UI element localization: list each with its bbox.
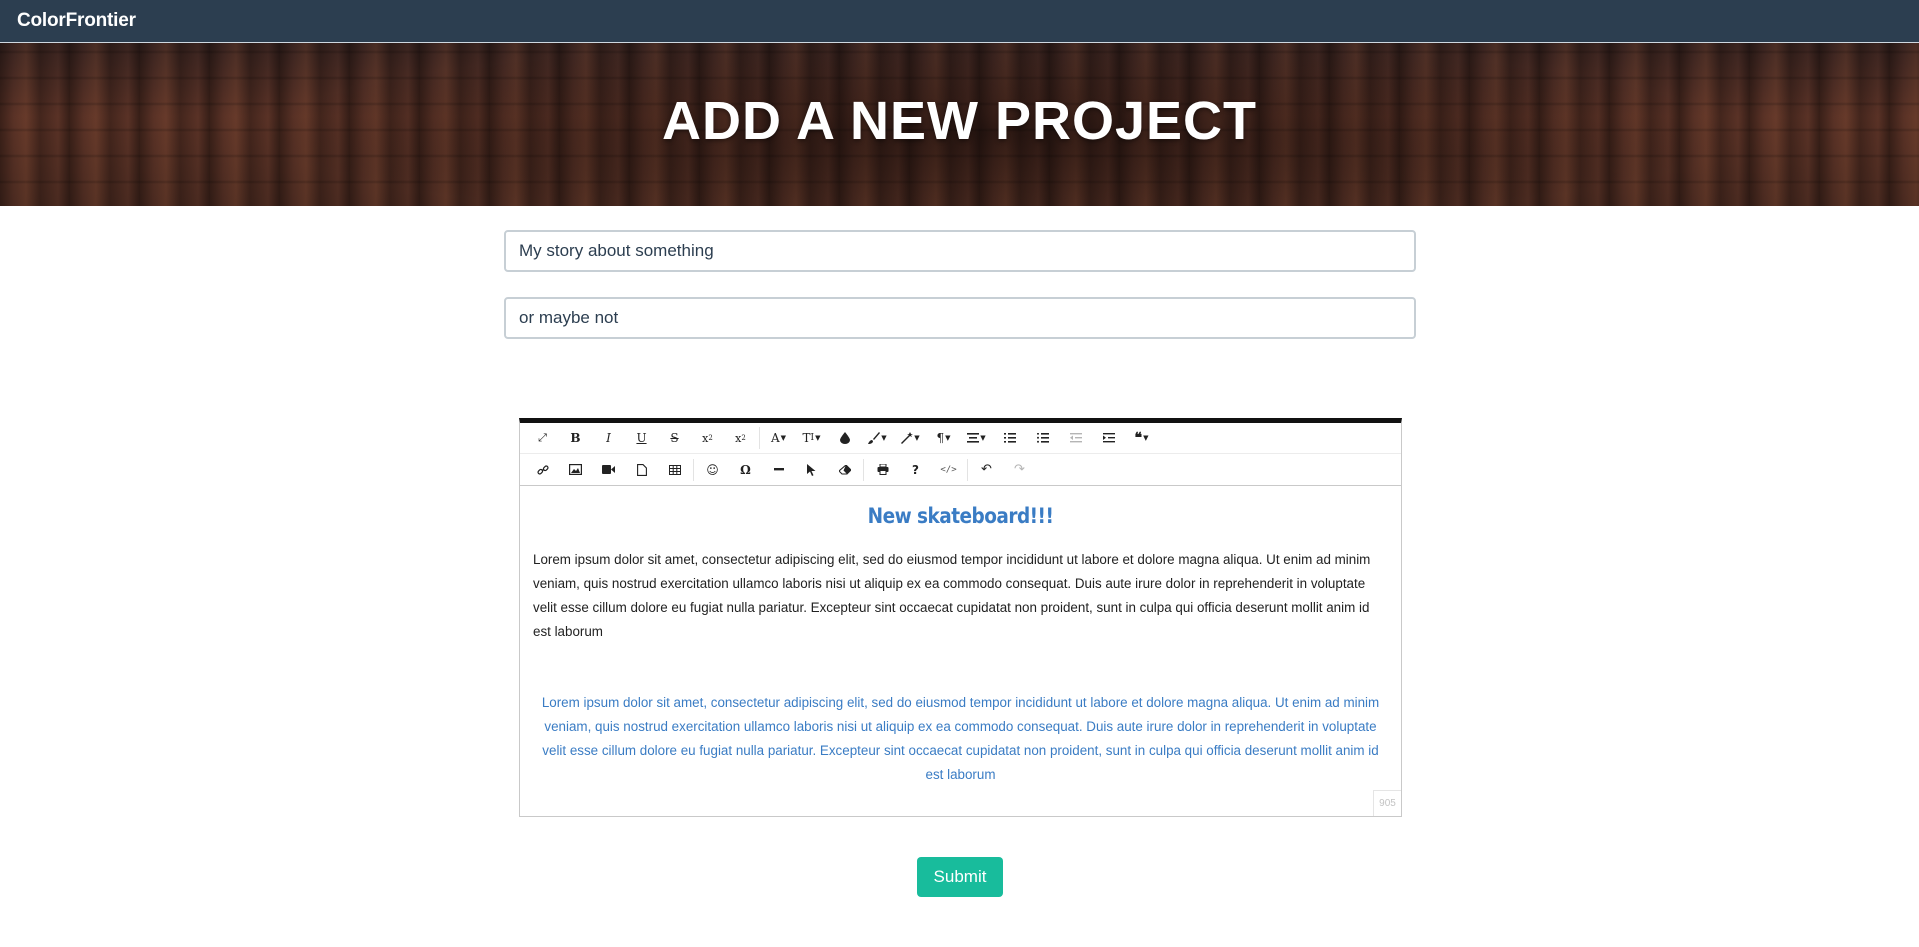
quote-icon[interactable]: ❝ ▼ <box>1125 425 1158 451</box>
toolbar-divider <box>759 427 760 449</box>
unordered-list-icon[interactable] <box>1026 425 1059 451</box>
emoji-icon[interactable]: ☺ <box>696 457 729 483</box>
editor-toolbar-row-2: ☺ Ω ? </> ↶ ↷ <box>520 454 1401 486</box>
link-icon[interactable] <box>526 457 559 483</box>
toolbar-divider <box>863 458 864 481</box>
character-counter: 905 <box>1373 790 1401 816</box>
editor-content[interactable]: New skateboard!!! Lorem ipsum dolor sit … <box>520 486 1401 816</box>
magic-icon[interactable]: ▼ <box>894 425 927 451</box>
paragraph-icon[interactable]: ¶ ▼ <box>927 425 960 451</box>
submit-button[interactable]: Submit <box>917 857 1003 897</box>
navbar: ColorFrontier <box>0 0 1919 43</box>
page-title: ADD A NEW PROJECT <box>661 91 1258 151</box>
outdent-icon[interactable] <box>1059 425 1092 451</box>
video-icon[interactable] <box>592 457 625 483</box>
undo-icon[interactable]: ↶ <box>970 457 1003 483</box>
indent-icon[interactable] <box>1092 425 1125 451</box>
color-icon[interactable] <box>828 425 861 451</box>
code-view-icon[interactable]: </> <box>932 457 965 483</box>
font-size-icon[interactable]: T I ▼ <box>795 425 828 451</box>
file-icon[interactable] <box>625 457 658 483</box>
font-family-icon[interactable]: A ▼ <box>762 425 795 451</box>
brand-link[interactable]: ColorFrontier <box>17 10 136 32</box>
select-icon[interactable] <box>795 457 828 483</box>
toolbar-divider <box>967 458 968 481</box>
superscript-icon[interactable]: x2 <box>724 425 757 451</box>
strikethrough-icon[interactable]: S <box>658 425 691 451</box>
align-icon[interactable]: ▼ <box>960 425 993 451</box>
project-title-input[interactable] <box>504 230 1416 272</box>
horizontal-rule-icon[interactable] <box>762 457 795 483</box>
bold-icon[interactable]: B <box>559 425 592 451</box>
table-icon[interactable] <box>658 457 691 483</box>
editor-toolbar-row-1: ⤢ B I U S x2 x2 A ▼ T I ▼ ▼ ▼ ¶ ▼ ▼ ❝ ▼ <box>520 423 1401 454</box>
print-icon[interactable] <box>866 457 899 483</box>
fullscreen-icon[interactable]: ⤢ <box>526 425 559 451</box>
rich-text-editor: ⤢ B I U S x2 x2 A ▼ T I ▼ ▼ ▼ ¶ ▼ ▼ ❝ ▼ … <box>519 418 1402 817</box>
content-paragraph-centered: Lorem ipsum dolor sit amet, consectetur … <box>541 695 1380 782</box>
brush-icon[interactable]: ▼ <box>861 425 894 451</box>
special-char-icon[interactable]: Ω <box>729 457 762 483</box>
content-paragraph: Lorem ipsum dolor sit amet, consectetur … <box>533 552 1371 639</box>
redo-icon[interactable]: ↷ <box>1003 457 1036 483</box>
content-heading: New skateboard!!! <box>867 504 1054 528</box>
help-icon[interactable]: ? <box>899 457 932 483</box>
subscript-icon[interactable]: x2 <box>691 425 724 451</box>
ordered-list-icon[interactable] <box>993 425 1026 451</box>
image-icon[interactable] <box>559 457 592 483</box>
toolbar-divider <box>693 458 694 481</box>
italic-icon[interactable]: I <box>592 425 625 451</box>
hero-banner: ADD A NEW PROJECT <box>0 43 1919 206</box>
eraser-icon[interactable] <box>828 457 861 483</box>
underline-icon[interactable]: U <box>625 425 658 451</box>
project-subtitle-input[interactable] <box>504 297 1416 339</box>
